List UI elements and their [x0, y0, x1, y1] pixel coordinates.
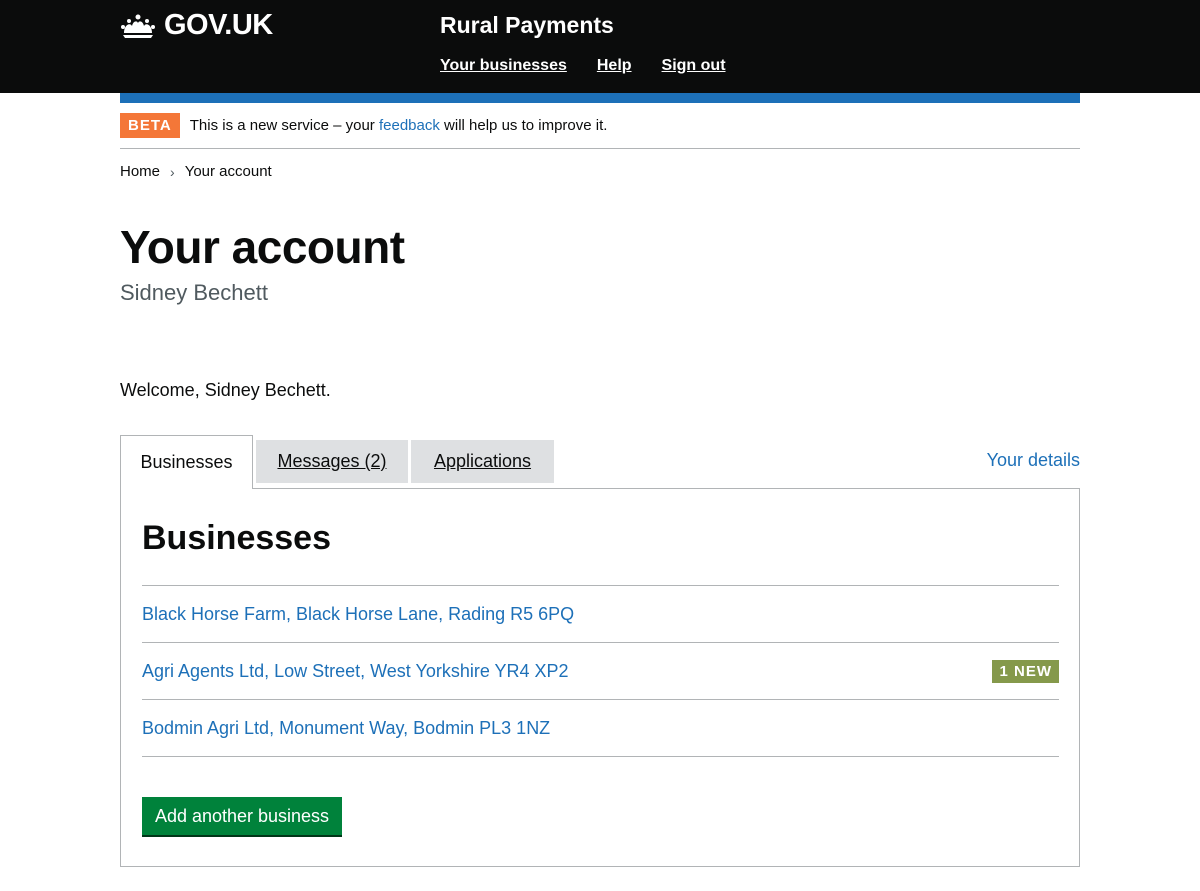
- tab-messages[interactable]: Messages (2): [256, 440, 408, 483]
- beta-tag: BETA: [120, 113, 180, 138]
- new-badge: 1 NEW: [992, 659, 1059, 683]
- add-business-button[interactable]: Add another business: [142, 797, 342, 835]
- nav-your-businesses[interactable]: Your businesses: [440, 57, 567, 75]
- feedback-link[interactable]: feedback: [379, 117, 440, 134]
- list-item: Black Horse Farm, Black Horse Lane, Radi…: [142, 586, 1059, 643]
- your-details-link[interactable]: Your details: [987, 450, 1080, 471]
- list-item: Bodmin Agri Ltd, Monument Way, Bodmin PL…: [142, 700, 1059, 757]
- business-link[interactable]: Bodmin Agri Ltd, Monument Way, Bodmin PL…: [142, 718, 550, 739]
- tab-businesses[interactable]: Businesses: [120, 435, 253, 489]
- logo-text: GOV.UK: [164, 9, 273, 41]
- page-caption: Sidney Bechett: [120, 280, 268, 305]
- businesses-panel: Businesses Black Horse Farm, Black Horse…: [120, 488, 1080, 867]
- nav-sign-out[interactable]: Sign out: [662, 57, 726, 75]
- business-list: Black Horse Farm, Black Horse Lane, Radi…: [142, 585, 1059, 757]
- panel-heading: Businesses: [142, 519, 331, 557]
- header-nav: Your businesses Help Sign out: [440, 57, 726, 75]
- business-link[interactable]: Black Horse Farm, Black Horse Lane, Radi…: [142, 604, 574, 625]
- phase-banner: BETA This is a new service – your feedba…: [120, 113, 1080, 149]
- breadcrumb-home[interactable]: Home: [120, 163, 160, 180]
- nav-help[interactable]: Help: [597, 57, 632, 75]
- header-blue-bar: [120, 93, 1080, 103]
- site-header: GOV.UK Rural Payments Your businesses He…: [0, 0, 1200, 93]
- phase-text-after: will help us to improve it.: [439, 117, 608, 134]
- phase-banner-text: This is a new service – your feedback wi…: [190, 113, 608, 138]
- tab-applications[interactable]: Applications: [411, 440, 554, 483]
- page-title: Your account: [120, 221, 405, 273]
- breadcrumb: Home › Your account: [120, 163, 272, 180]
- phase-text-before: This is a new service – your: [189, 117, 379, 134]
- breadcrumb-your-account[interactable]: Your account: [185, 163, 272, 180]
- business-link[interactable]: Agri Agents Ltd, Low Street, West Yorksh…: [142, 661, 569, 682]
- crown-icon: [121, 14, 155, 38]
- chevron-right-icon: ›: [170, 163, 175, 180]
- welcome-text: Welcome, Sidney Bechett.: [120, 380, 331, 400]
- list-item: Agri Agents Ltd, Low Street, West Yorksh…: [142, 643, 1059, 700]
- service-name[interactable]: Rural Payments: [440, 12, 614, 39]
- govuk-logo[interactable]: GOV.UK: [120, 9, 273, 42]
